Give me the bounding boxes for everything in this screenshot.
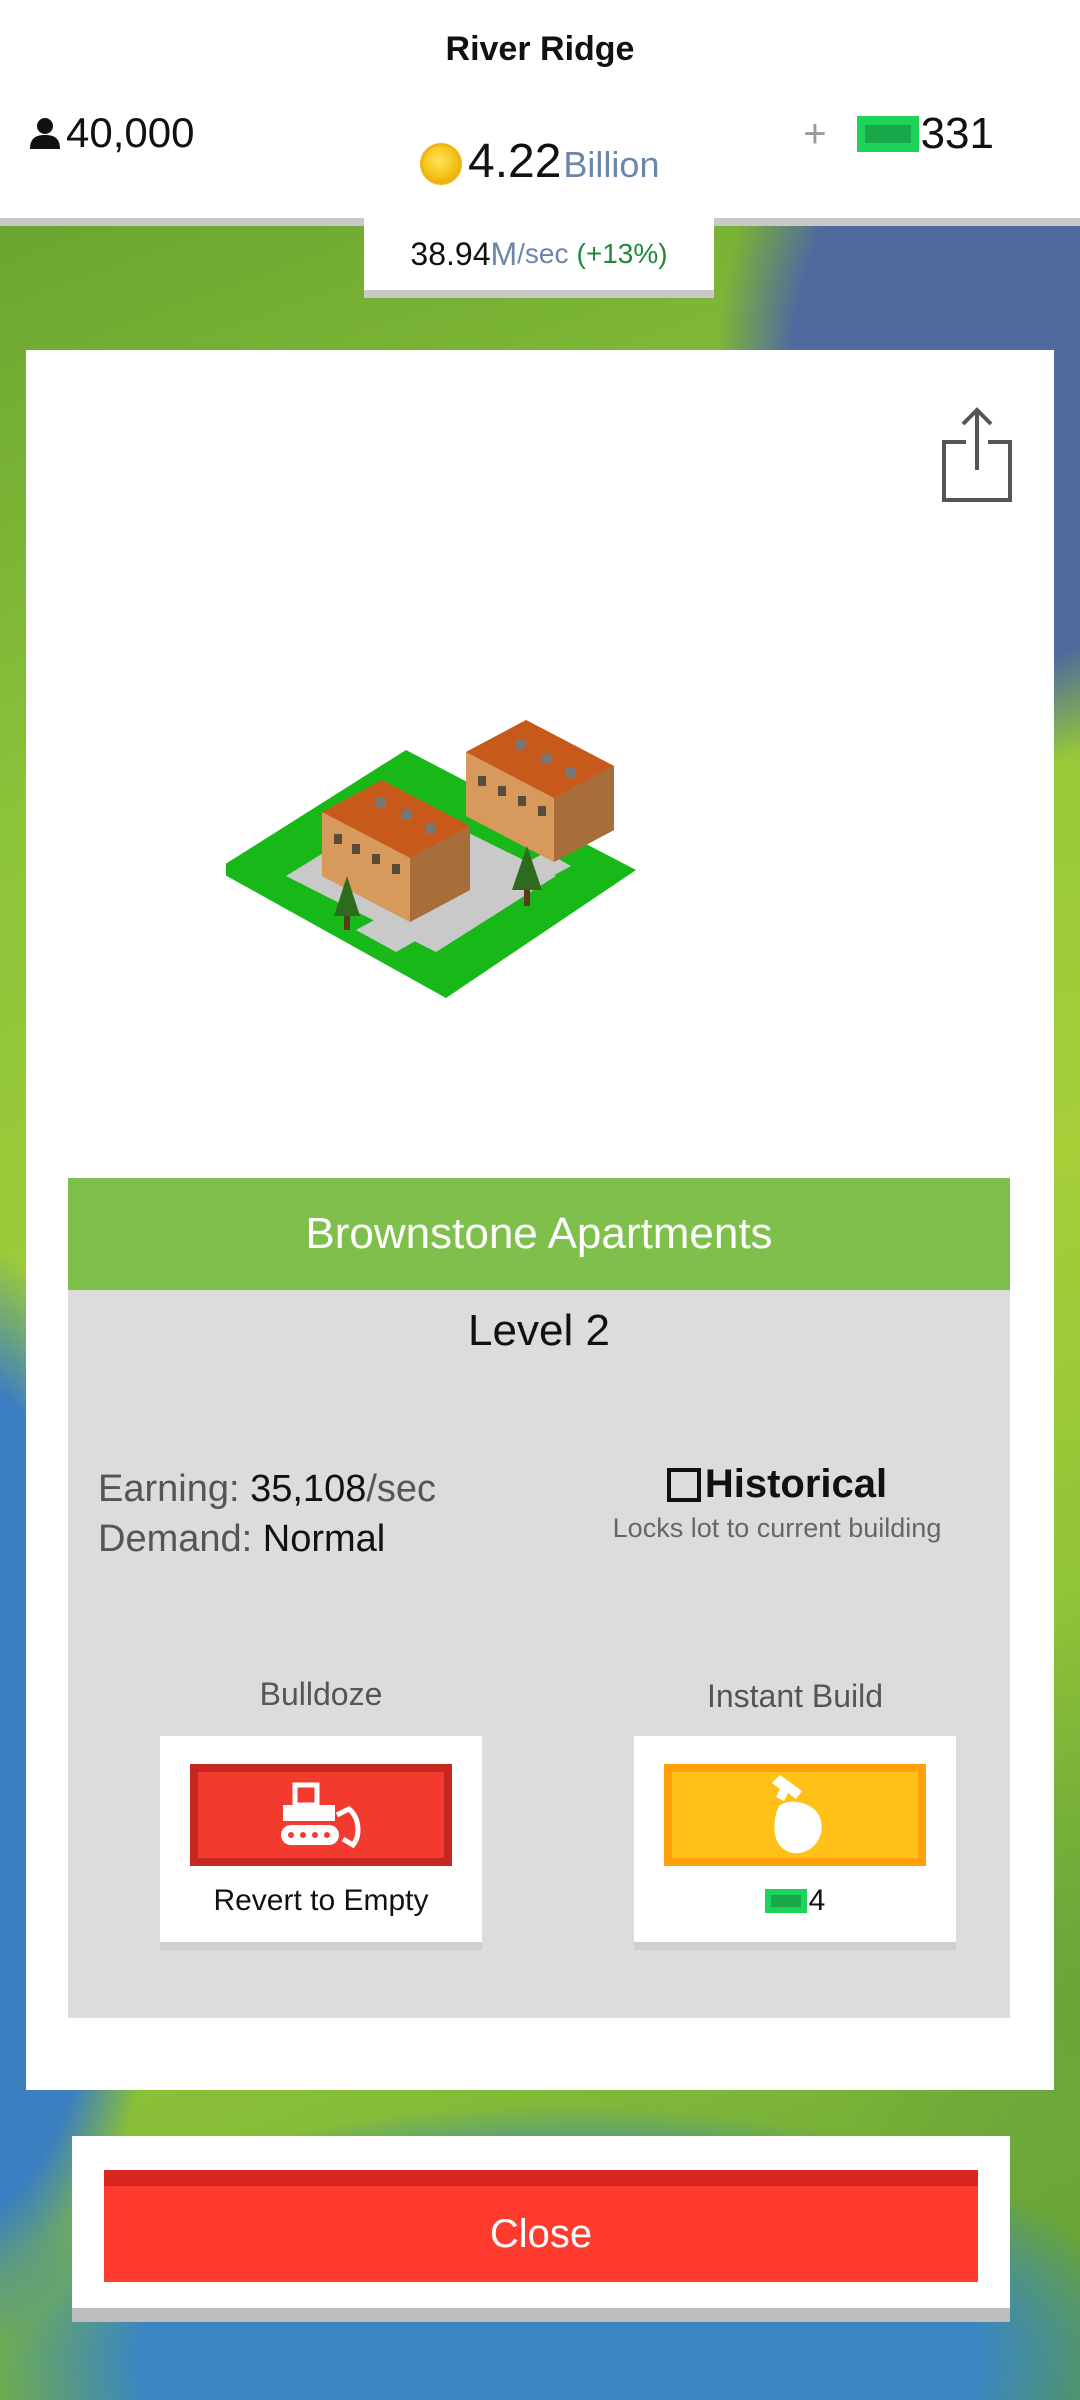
instant-build-button[interactable]: [664, 1764, 926, 1866]
building-info-panel: Brownstone Apartments Level 2 Earning: 3…: [68, 1178, 1010, 2018]
earning-row: Earning: 35,108/sec: [98, 1464, 436, 1514]
building-name: Brownstone Apartments: [68, 1178, 1010, 1290]
rate-value: 38.94: [410, 235, 491, 272]
building-card: Brownstone Apartments Level 2 Earning: 3…: [26, 350, 1054, 2090]
demand-value: Normal: [262, 1518, 386, 1560]
cash-value: 331: [920, 109, 994, 158]
bulldoze-card[interactable]: Revert to Empty: [160, 1736, 482, 1942]
building-illustration: [226, 720, 636, 998]
instant-build-cost: 4: [634, 1884, 956, 1918]
instant-build-label: Instant Build: [706, 1678, 884, 1714]
bulldozer-icon: [281, 1782, 361, 1849]
bulldoze-button[interactable]: [190, 1764, 452, 1866]
demand-row: Demand: Normal: [98, 1514, 436, 1564]
bill-icon: [764, 1889, 807, 1913]
historical-hint: Locks lot to current building: [612, 1513, 942, 1543]
close-button[interactable]: Close: [104, 2170, 978, 2282]
earning-value: 35,108: [250, 1468, 367, 1510]
building-level: Level 2: [468, 1306, 610, 1355]
hammer-hand-icon: [772, 1775, 822, 1854]
coin-balance: 4.22 Billion: [420, 134, 659, 194]
historical-toggle[interactable]: Historical Locks lot to current building: [592, 1462, 962, 1544]
cash-balance[interactable]: + 331: [803, 104, 994, 164]
instant-build-cost-value: 4: [808, 1884, 826, 1917]
add-cash-button[interactable]: +: [803, 112, 826, 157]
population-counter: 40,000: [28, 108, 194, 158]
historical-checkbox[interactable]: [666, 1467, 701, 1502]
coin-value: 4.22: [468, 135, 562, 188]
earning-label: Earning:: [98, 1468, 240, 1510]
population-value: 40,000: [66, 109, 195, 156]
coin-icon: [420, 143, 462, 185]
rate-change: (+13%): [576, 238, 668, 269]
instant-build-card[interactable]: 4: [634, 1736, 956, 1942]
bulldoze-label: Bulldoze: [259, 1676, 383, 1712]
rate-suffix: /sec: [517, 238, 569, 269]
coin-unit: Billion: [563, 144, 660, 185]
bill-icon: [856, 116, 919, 152]
building-stats: Earning: 35,108/sec Demand: Normal: [98, 1464, 436, 1564]
demand-label: Demand:: [98, 1518, 253, 1560]
share-icon[interactable]: [940, 404, 1014, 504]
city-name: River Ridge: [445, 30, 635, 68]
bulldoze-caption: Revert to Empty: [213, 1884, 429, 1917]
person-icon: [30, 118, 60, 149]
historical-row[interactable]: Historical: [592, 1462, 962, 1507]
close-container: Close: [72, 2136, 1010, 2308]
income-rate: 38.94 M/sec (+13%): [364, 218, 714, 290]
rate-unit: M: [490, 235, 518, 272]
earning-suffix: /sec: [366, 1468, 437, 1510]
top-hud: River Ridge 40,000 4.22 Billion + 331: [0, 0, 1080, 218]
historical-label: Historical: [704, 1462, 888, 1506]
